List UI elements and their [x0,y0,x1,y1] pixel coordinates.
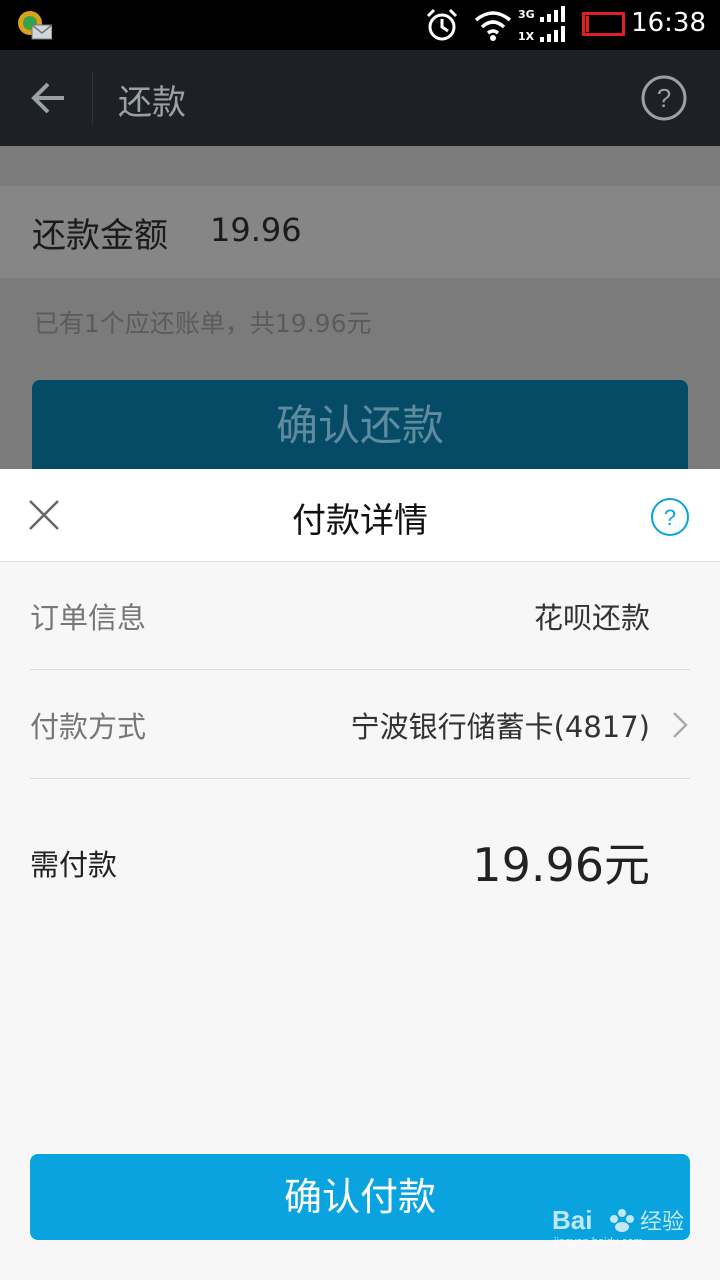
header-divider [92,72,93,124]
svg-text:?: ? [664,505,676,530]
bill-note: 已有1个应还账单，共19.96元 [34,309,372,338]
payment-details-sheet: 付款详情 ? 订单信息 花呗还款 付款方式 宁波银行储蓄卡(4817) 需付款 … [0,469,720,1280]
svg-text:jingyan.baidu.com: jingyan.baidu.com [553,1236,643,1248]
signal-1x-icon [540,26,565,42]
repay-amount-row: 还款金额 19.96 [0,186,720,278]
repay-amount-value: 19.96 [210,211,302,249]
svg-text:?: ? [657,83,671,113]
svg-text:Bai: Bai [552,1205,592,1235]
order-info-row: 订单信息 花呗还款 [30,561,690,670]
chevron-right-icon [673,712,688,738]
order-info-label: 订单信息 [30,601,147,635]
alarm-icon [426,8,458,41]
network-1x-label: 1X [518,30,535,43]
back-arrow-icon[interactable] [28,78,66,118]
sheet-title: 付款详情 [292,501,428,541]
network-3g-label: 3G [518,8,535,21]
battery-low-icon [582,12,625,36]
amount-due-value: 19.96元 [472,838,650,892]
repay-amount-label: 还款金额 [32,216,168,256]
wifi-icon [474,11,512,41]
status-time: 16:38 [631,8,706,38]
baidu-watermark-logo: Bai 经验 jingyan.baidu.com [552,1205,684,1248]
help-icon[interactable]: ? [650,497,690,537]
payment-method-row[interactable]: 付款方式 宁波银行储蓄卡(4817) [30,670,690,779]
status-bar: 3G 1X 16:38 [0,0,720,50]
sheet-header: 付款详情 ? [0,469,720,562]
repayment-page-dimmed: 还款金额 19.96 已有1个应还账单，共19.96元 确认还款 [0,146,720,480]
payment-method-label: 付款方式 [30,710,147,744]
order-info-value: 花呗还款 [533,601,650,635]
amount-due-label: 需付款 [30,848,118,882]
page-title: 还款 [118,83,186,123]
svg-text:经验: 经验 [640,1209,684,1234]
app-header: 还款 ? [0,50,720,146]
payment-method-value: 宁波银行储蓄卡(4817) [350,710,650,744]
signal-3g-icon [540,6,565,22]
help-icon[interactable]: ? [640,74,688,122]
confirm-repay-button: 确认还款 [32,380,688,480]
notification-mail-icon [18,11,52,40]
